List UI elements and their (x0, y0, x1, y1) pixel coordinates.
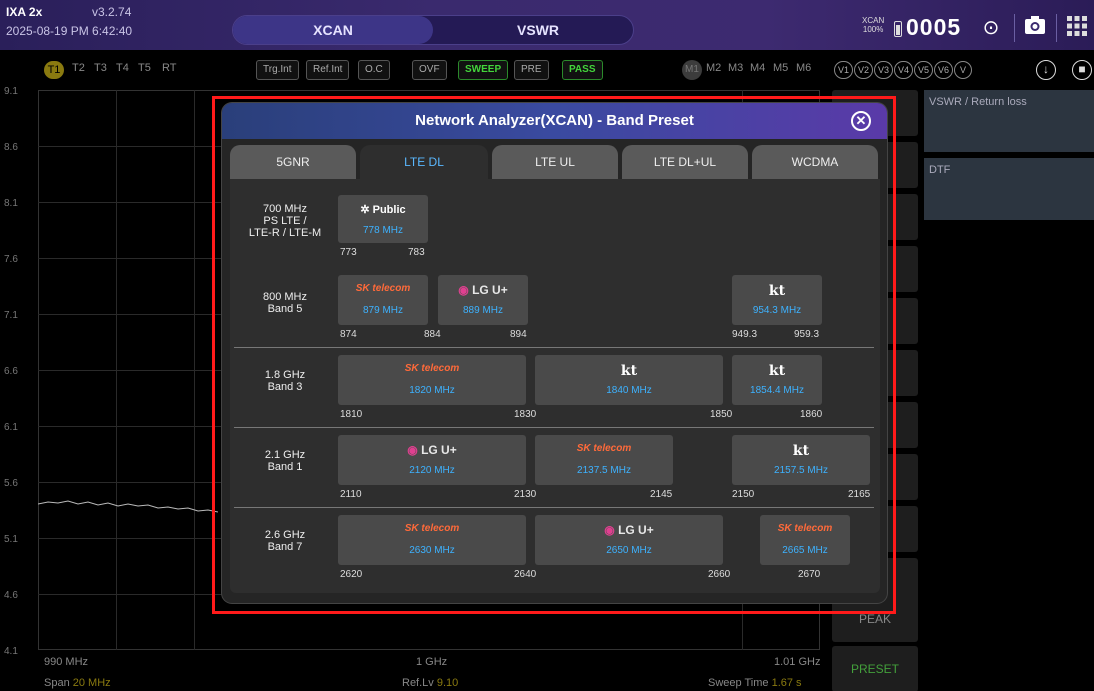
sweep-time-label: Sweep Time (708, 677, 769, 689)
marker-m4-toggle[interactable]: M4 (750, 62, 765, 74)
trace-rt-toggle[interactable]: RT (162, 62, 176, 74)
trace-line (38, 500, 218, 513)
mode-vswr-button[interactable]: VSWR (443, 16, 633, 44)
trace-t4-toggle[interactable]: T4 (116, 62, 129, 74)
marker-m2-toggle[interactable]: M2 (706, 62, 721, 74)
y-tick-label: 7.1 (4, 310, 18, 321)
span-readout: Span 20 MHz (44, 677, 111, 689)
x-start-label: 990 MHz (44, 656, 89, 668)
sweep-time-readout: Sweep Time 1.67 s (708, 677, 802, 689)
trigger-chip: Trg.Int (256, 60, 299, 80)
y-tick-label: 4.1 (4, 646, 18, 657)
mode-selector: XCAN VSWR (232, 15, 634, 45)
y-tick-label: 5.6 (4, 478, 18, 489)
span-label: Span (44, 677, 70, 689)
ref-level-readout: Ref.Lv 9.10 (402, 677, 458, 689)
y-tick-label: 4.6 (4, 590, 18, 601)
camera-icon-glyph (1025, 16, 1045, 34)
y-tick-label: 5.1 (4, 534, 18, 545)
v6-chip[interactable]: V6 (934, 61, 954, 79)
preset-button[interactable]: PRESET (832, 646, 918, 691)
ref-level-label: Ref.Lv (402, 677, 434, 689)
top-status-bar: IXA 2x v3.2.74 2025-08-19 PM 6:42:40 XCA… (0, 0, 1094, 50)
model-name: IXA 2x (6, 5, 43, 19)
ovf-chip: OVF (412, 60, 447, 80)
x-center-label: 1 GHz (416, 656, 448, 668)
highlight-box (212, 96, 896, 614)
marker-m5-toggle[interactable]: M5 (773, 62, 788, 74)
reference-chip: Ref.Int (306, 60, 350, 80)
grid-icon-glyph (1067, 16, 1087, 36)
v4-chip[interactable]: V4 (894, 61, 914, 79)
vswr-return-loss-menu[interactable]: VSWR / Return loss (924, 90, 1094, 152)
span-value: 20 MHz (72, 677, 111, 689)
y-tick-label: 7.6 (4, 254, 18, 265)
gps-target-icon[interactable]: ⊙ (978, 15, 1004, 41)
battery-label: XCAN 100% (862, 16, 884, 34)
datetime: 2025-08-19 PM 6:42:40 (6, 24, 133, 38)
v5-chip[interactable]: V5 (914, 61, 934, 79)
app-grid-icon[interactable] (1064, 15, 1090, 41)
mode-xcan-button[interactable]: XCAN (233, 16, 433, 44)
x-end-label: 1.01 GHz (774, 656, 821, 668)
grid-line (116, 90, 117, 650)
camera-icon[interactable] (1022, 15, 1048, 41)
y-tick-label: 8.1 (4, 198, 18, 209)
trace-t1-toggle[interactable]: T1 (44, 61, 64, 79)
battery-source: XCAN (862, 16, 885, 25)
v3-chip[interactable]: V3 (874, 61, 894, 79)
status-row: T1 T2 T3 T4 T5 RT Trg.Int Ref.Int O.C OV… (0, 58, 1094, 84)
marker-m6-toggle[interactable]: M6 (796, 62, 811, 74)
pass-chip: PASS (562, 60, 603, 80)
y-tick-label: 9.1 (4, 86, 18, 97)
v2-chip[interactable]: V2 (854, 61, 874, 79)
trace-t3-toggle[interactable]: T3 (94, 62, 107, 74)
sweep-chip: SWEEP (458, 60, 509, 80)
trace-t2-toggle[interactable]: T2 (72, 62, 85, 74)
stop-icon[interactable]: ■ (1072, 60, 1092, 80)
sweep-counter: 0005 (906, 14, 962, 40)
firmware-version: v3.2.74 (92, 5, 132, 19)
divider (1014, 14, 1015, 42)
pre-chip: PRE (514, 60, 549, 80)
grid-line (194, 90, 195, 650)
marker-m3-toggle[interactable]: M3 (728, 62, 743, 74)
dtf-menu[interactable]: DTF (924, 158, 1094, 220)
y-tick-label: 8.6 (4, 142, 18, 153)
oc-chip: O.C (358, 60, 390, 80)
v1-chip[interactable]: V1 (834, 61, 854, 79)
battery-icon (894, 21, 902, 37)
y-tick-label: 6.6 (4, 366, 18, 377)
download-icon[interactable]: ↓ (1036, 60, 1056, 80)
marker-m1-toggle[interactable]: M1 (682, 60, 702, 80)
y-tick-label: 6.1 (4, 422, 18, 433)
sweep-time-value: 1.67 s (771, 677, 802, 689)
battery-percent: 100% (862, 25, 884, 34)
v-chip[interactable]: V (954, 61, 972, 79)
ref-level-value: 9.10 (436, 677, 459, 689)
trace-t5-toggle[interactable]: T5 (138, 62, 151, 74)
divider (1056, 14, 1057, 42)
